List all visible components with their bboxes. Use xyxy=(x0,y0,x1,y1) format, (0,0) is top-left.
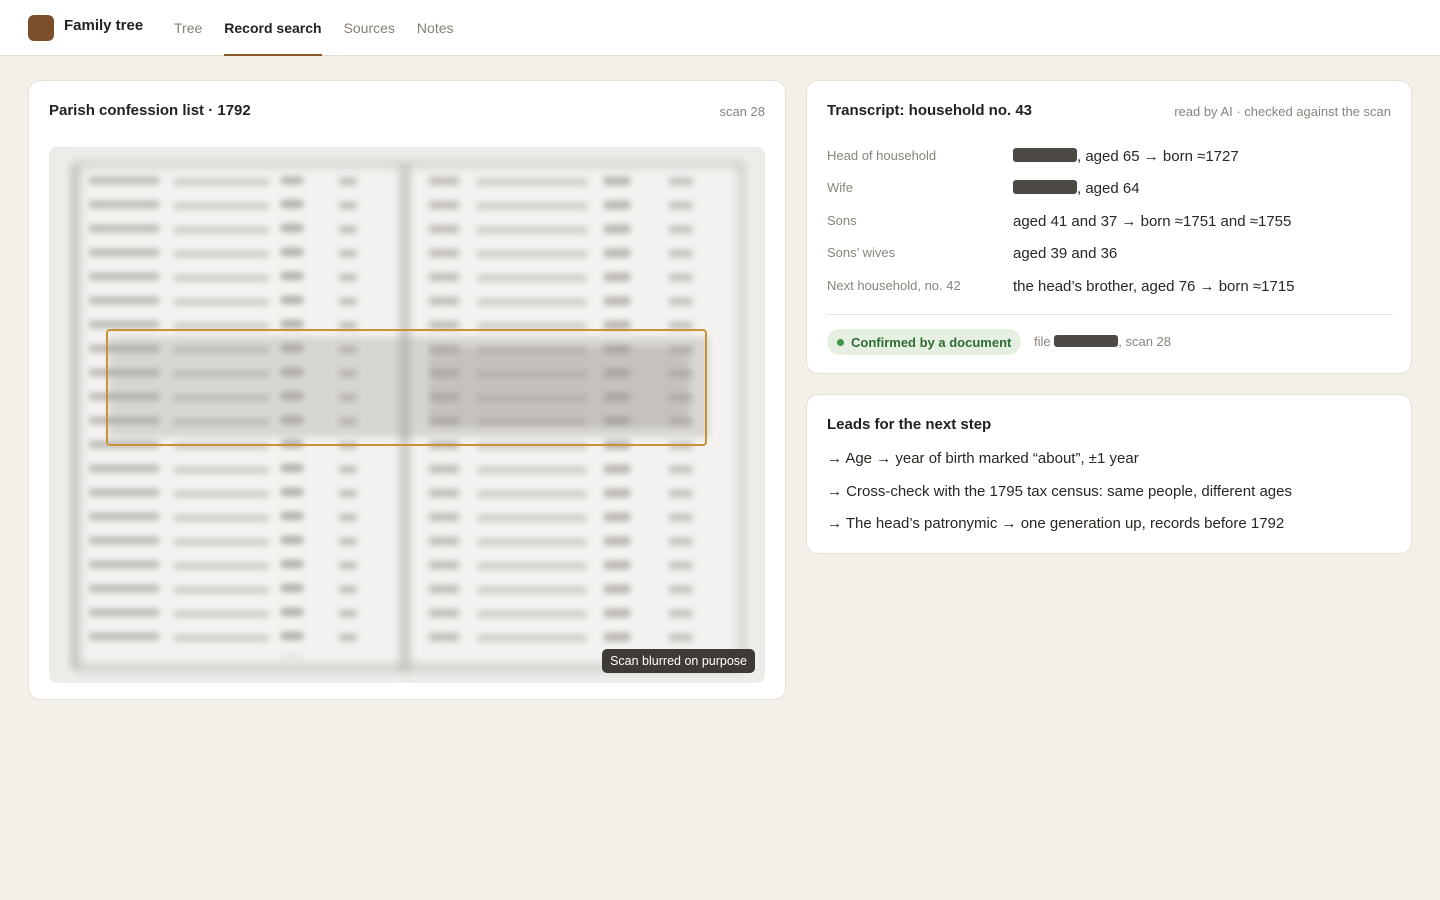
tab-sources[interactable]: Sources xyxy=(344,0,395,56)
lead-item[interactable]: → The head’s patronymic → one generation… xyxy=(827,515,1284,532)
scan-number: scan 28 xyxy=(719,104,765,119)
redacted-name xyxy=(1013,148,1077,162)
row-value: , aged 64 xyxy=(1013,180,1140,197)
row-label: Wife xyxy=(827,180,853,195)
row-label: Next household, no. 42 xyxy=(827,278,961,293)
transcript-row: Sons aged 41 and 37 → born ≈1751 and ≈17… xyxy=(827,213,1393,245)
scan-card: Parish confession list · 1792 scan 28 Sc… xyxy=(28,80,786,700)
document-scan-image[interactable]: Scan blurred on purpose xyxy=(49,147,765,683)
confirmed-status-badge: Confirmed by a document xyxy=(827,329,1022,355)
redacted-file-id xyxy=(1054,335,1119,347)
transcript-card: Transcript: household no. 43 read by AI … xyxy=(806,80,1412,374)
transcript-row: Wife , aged 64 xyxy=(827,180,1393,212)
row-value: aged 39 and 36 xyxy=(1013,245,1118,262)
main-nav: Tree Record search Sources Notes xyxy=(174,0,476,56)
transcript-row: Next household, no. 42 the head’s brothe… xyxy=(827,278,1393,310)
row-label: Sons’ wives xyxy=(827,245,896,260)
row-label: Head of household xyxy=(827,148,937,163)
transcript-row: Sons’ wives aged 39 and 36 xyxy=(827,245,1393,277)
row-value: the head’s brother, aged 76 → born ≈1715 xyxy=(1013,278,1295,295)
transcript-row: Head of household , aged 65 → born ≈1727 xyxy=(827,148,1393,180)
lead-item[interactable]: → Cross-check with the 1795 tax census: … xyxy=(827,483,1292,500)
redacted-name xyxy=(1013,180,1077,194)
top-bar: Family tree Tree Record search Sources N… xyxy=(0,0,1440,56)
transcript-title: Transcript: household no. 43 xyxy=(827,102,1033,119)
lead-item[interactable]: → Age → year of birth marked “about”, ±1… xyxy=(827,450,1139,467)
row-label: Sons xyxy=(827,213,857,228)
blur-notice-badge: Scan blurred on purpose xyxy=(602,649,755,673)
row-value: aged 41 and 37 → born ≈1751 and ≈1755 xyxy=(1013,213,1292,230)
scan-title: Parish confession list · 1792 xyxy=(49,102,251,119)
leads-card: Leads for the next step → Age → year of … xyxy=(806,394,1412,554)
tab-notes[interactable]: Notes xyxy=(417,0,454,56)
leads-title: Leads for the next step xyxy=(827,416,992,433)
file-reference[interactable]: file , scan 28 xyxy=(1034,334,1171,349)
transcript-meta: read by AI · checked against the scan xyxy=(1174,104,1391,119)
app-logo-icon xyxy=(28,15,54,41)
row-value: , aged 65 → born ≈1727 xyxy=(1013,148,1239,165)
divider xyxy=(827,314,1393,315)
tab-tree[interactable]: Tree xyxy=(174,0,202,56)
status-dot-icon xyxy=(837,338,844,346)
highlighted-household-region[interactable] xyxy=(106,329,707,446)
tab-record-search[interactable]: Record search xyxy=(224,0,322,56)
app-title: Family tree xyxy=(64,17,144,34)
